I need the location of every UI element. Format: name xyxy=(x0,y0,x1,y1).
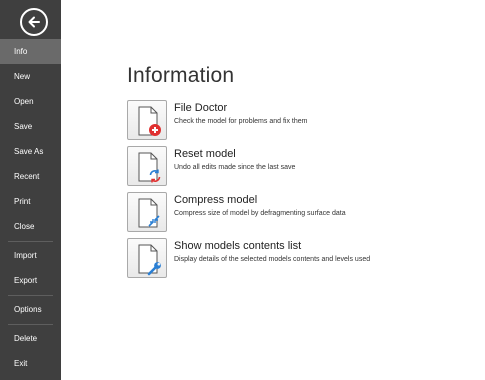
show-contents-button[interactable] xyxy=(127,238,167,278)
show-contents-action[interactable]: Show models contents list Display detail… xyxy=(127,238,417,278)
sidebar-item-import[interactable]: Import xyxy=(0,243,61,268)
show-contents-description: Display details of the selected models c… xyxy=(174,256,371,263)
file-doctor-button[interactable] xyxy=(127,100,167,140)
document-plus-icon xyxy=(138,106,161,136)
reset-model-title: Reset model xyxy=(174,148,236,160)
back-button[interactable] xyxy=(20,8,48,36)
sidebar-item-exit[interactable]: Exit xyxy=(0,351,61,376)
compress-model-button[interactable] xyxy=(127,192,167,232)
sidebar-item-close[interactable]: Close xyxy=(0,214,61,239)
sidebar-item-info[interactable]: Info xyxy=(0,39,61,64)
compress-model-title: Compress model xyxy=(174,194,258,206)
show-contents-title: Show models contents list xyxy=(174,240,302,252)
document-refresh-icon xyxy=(138,152,161,183)
compress-model-action[interactable]: Compress model Compress size of model by… xyxy=(127,192,417,232)
page-title: Information xyxy=(127,64,235,87)
sidebar-item-export[interactable]: Export xyxy=(0,268,61,293)
file-doctor-title: File Doctor xyxy=(174,102,228,114)
document-wrench-icon xyxy=(138,244,161,276)
sidebar-item-recent[interactable]: Recent xyxy=(0,164,61,189)
sidebar-item-delete[interactable]: Delete xyxy=(0,326,61,351)
sidebar-item-options[interactable]: Options xyxy=(0,297,61,322)
document-compress-icon xyxy=(138,198,160,228)
arrow-left-icon xyxy=(28,16,40,28)
sidebar-divider xyxy=(8,295,53,296)
sidebar-divider xyxy=(8,241,53,242)
file-doctor-description: Check the model for problems and fix the… xyxy=(174,118,308,125)
sidebar-item-open[interactable]: Open xyxy=(0,89,61,114)
sidebar-item-new[interactable]: New xyxy=(0,64,61,89)
sidebar-item-save[interactable]: Save xyxy=(0,114,61,139)
compress-model-description: Compress size of model by defragmenting … xyxy=(174,210,346,217)
sidebar-divider xyxy=(8,324,53,325)
reset-model-action[interactable]: Reset model Undo all edits made since th… xyxy=(127,146,417,186)
reset-model-description: Undo all edits made since the last save xyxy=(174,164,296,171)
reset-model-button[interactable] xyxy=(127,146,167,186)
sidebar-item-save-as[interactable]: Save As xyxy=(0,139,61,164)
file-doctor-action[interactable]: File Doctor Check the model for problems… xyxy=(127,100,417,140)
sidebar-item-print[interactable]: Print xyxy=(0,189,61,214)
sidebar: Info New Open Save Save As Recent Print … xyxy=(0,0,61,380)
